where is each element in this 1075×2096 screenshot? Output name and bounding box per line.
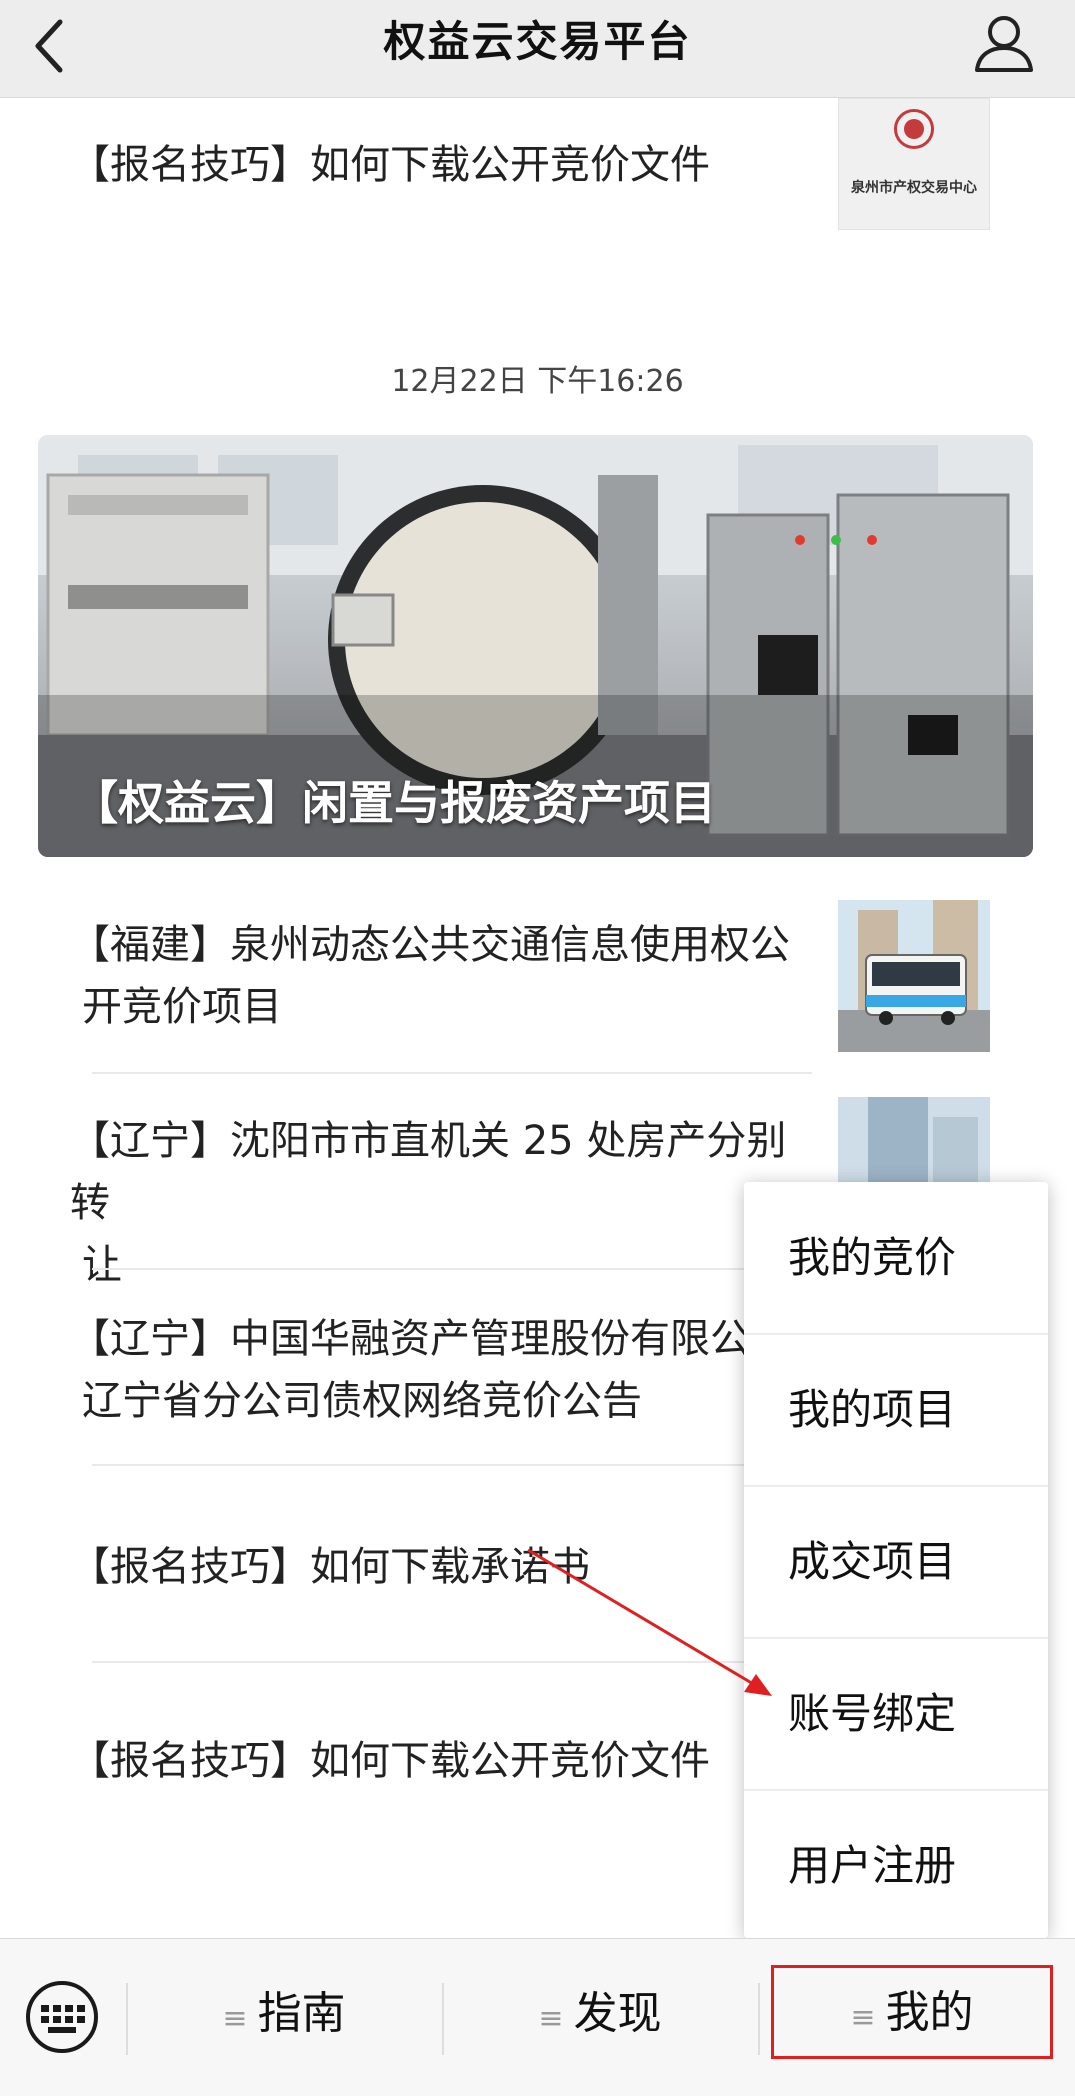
article-link[interactable]: 【报名技巧】如何下载公开竞价文件 — [70, 132, 790, 190]
divider — [92, 1268, 812, 1270]
page-title: 权益云交易平台 — [383, 17, 692, 66]
tab-label: 发现 — [573, 1988, 662, 2039]
news-title-line: 【报名技巧】如何下载公开竞价文件 — [70, 1738, 710, 1784]
news-title-line: 辽宁省分公司债权网络竞价公告 — [82, 1378, 642, 1424]
news-title-line: 让 — [82, 1242, 122, 1288]
profile-button[interactable] — [971, 10, 1037, 76]
bus-image — [838, 900, 990, 1052]
logo-text: 泉州市产权交易中心 — [851, 180, 977, 196]
message-timestamp: 12月22日 下午16:26 — [391, 364, 684, 399]
news-title-line: 【福建】泉州动态公共交通信息使用权公 — [70, 922, 790, 968]
menu-lines-icon: ≡ — [222, 2001, 248, 2036]
article-thumbnail[interactable]: 泉州市产权交易中心 — [838, 98, 990, 230]
news-title-line: 开竞价项目 — [82, 984, 282, 1030]
divider — [92, 1072, 812, 1074]
my-menu-popup: 我的竞价 我的项目 成交项目 账号绑定 用户注册 — [744, 1182, 1048, 1938]
keyboard-icon — [26, 1981, 98, 2053]
tab-discover[interactable]: ≡ 发现 — [444, 1969, 756, 2059]
tab-mine[interactable]: ≡ 我的 — [771, 1965, 1053, 2059]
header-bar: 权益云交易平台 — [0, 0, 1075, 98]
banner-title: 【权益云】闲置与报废资产项目 — [72, 776, 716, 830]
news-item[interactable]: 【福建】泉州动态公共交通信息使用权公 开竞价项目 — [70, 914, 810, 1038]
tab-label: 指南 — [257, 1988, 346, 2039]
news-item[interactable]: 【报名技巧】如何下载公开竞价文件 — [70, 1730, 810, 1792]
menu-item-my-projects[interactable]: 我的项目 — [744, 1334, 1048, 1486]
bottom-menu-bar: ≡ 指南 ≡ 发现 ≡ 我的 — [0, 1938, 1075, 2096]
divider — [92, 1661, 812, 1663]
news-title-line: 【报名技巧】如何下载承诺书 — [70, 1544, 590, 1590]
news-thumbnail[interactable] — [838, 900, 990, 1052]
menu-item-deals[interactable]: 成交项目 — [744, 1486, 1048, 1638]
menu-lines-icon: ≡ — [538, 2001, 564, 2036]
tab-guide[interactable]: ≡ 指南 — [128, 1969, 440, 2059]
news-title-line: 【辽宁】中国华融资产管理股份有限公 — [70, 1316, 750, 1362]
menu-lines-icon: ≡ — [850, 2000, 876, 2035]
user-icon — [975, 16, 1033, 72]
seal-logo-icon — [894, 109, 934, 149]
divider — [92, 1464, 812, 1466]
news-item[interactable]: 【辽宁】中国华融资产管理股份有限公 辽宁省分公司债权网络竞价公告 — [70, 1308, 810, 1432]
tab-label: 我的 — [885, 1987, 974, 2038]
bar-separator — [758, 1983, 760, 2055]
news-title-line: 【辽宁】沈阳市市直机关 25 处房产分别转 — [70, 1118, 787, 1226]
menu-item-my-bids[interactable]: 我的竞价 — [744, 1182, 1048, 1334]
page: 权益云交易平台 【报名技巧】如何下载公开竞价文件 泉州市产权交易中心 12月22… — [0, 0, 1075, 2096]
menu-item-register[interactable]: 用户注册 — [744, 1790, 1048, 1942]
menu-item-account-binding[interactable]: 账号绑定 — [744, 1638, 1048, 1790]
banner-card[interactable]: 【权益云】闲置与报废资产项目 — [38, 435, 1033, 857]
news-item[interactable]: 【报名技巧】如何下载承诺书 — [70, 1536, 810, 1598]
keyboard-toggle-button[interactable] — [24, 1979, 100, 2055]
